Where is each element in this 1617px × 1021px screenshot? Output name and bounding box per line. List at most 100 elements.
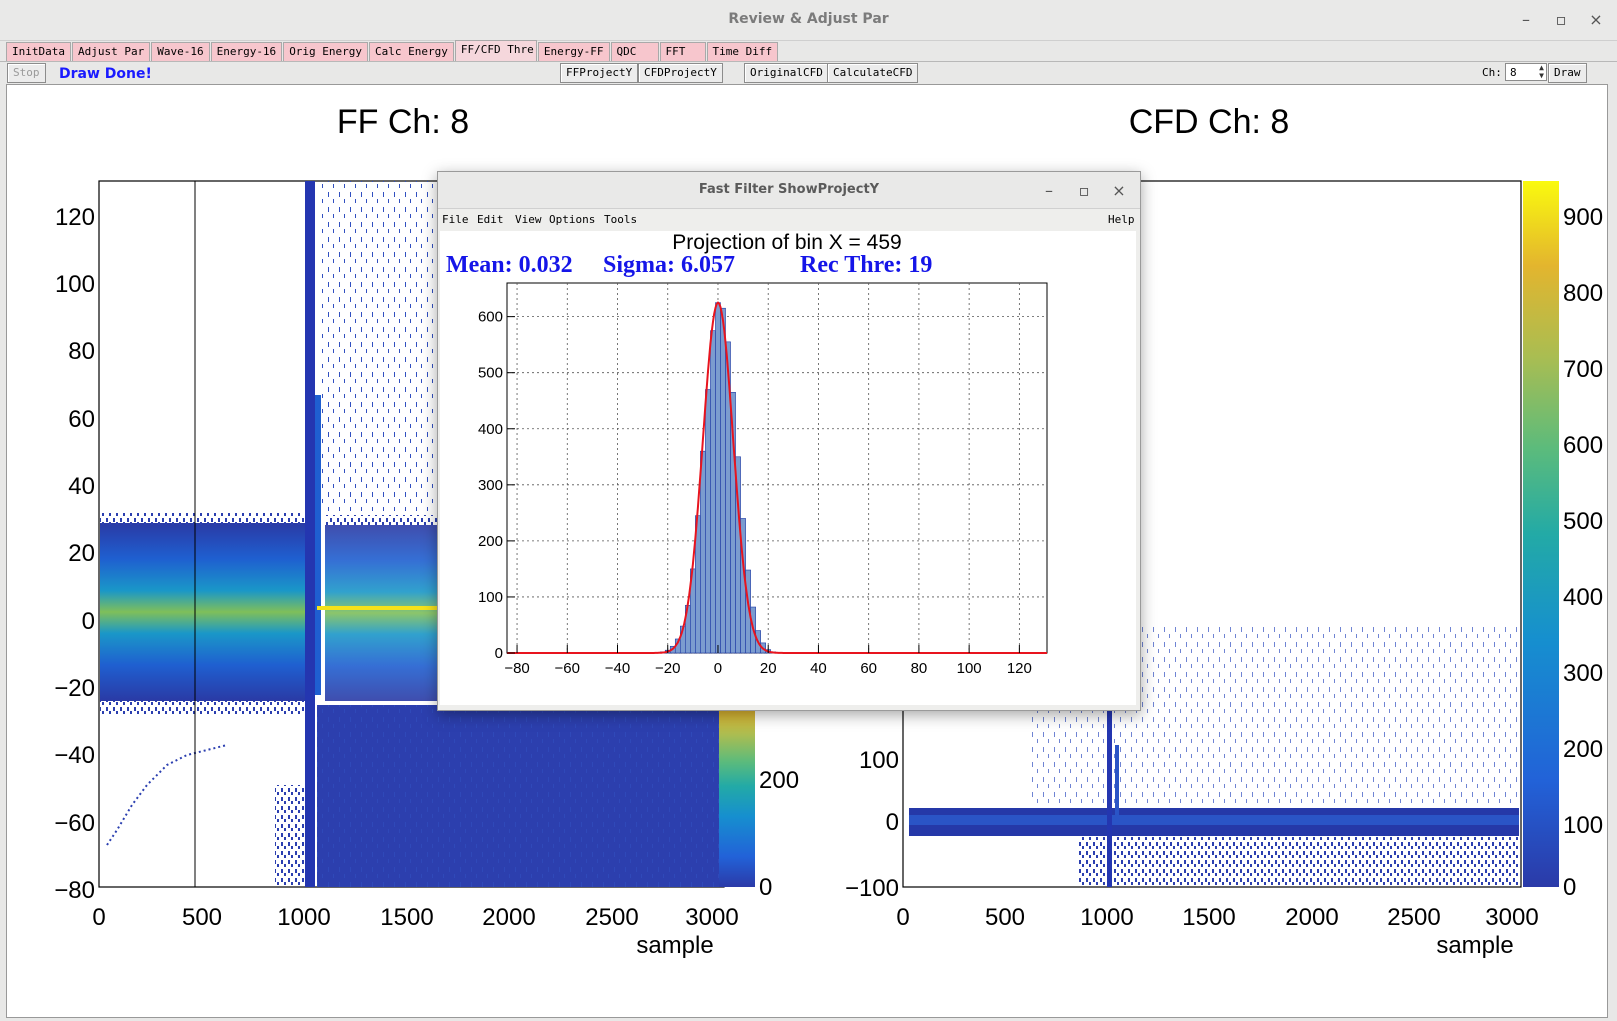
ff-x-tick: 2500 xyxy=(585,904,638,931)
cfd-z-tick: 800 xyxy=(1563,280,1603,307)
cfd-x-tick: 1500 xyxy=(1182,904,1235,931)
tab-energy-ff[interactable]: Energy-FF xyxy=(537,42,610,61)
cfd-y-tick: 0 xyxy=(886,809,899,836)
tab-bar: InitData Adjust Par Wave-16 Energy-16 Or… xyxy=(6,40,779,61)
x-tick-label: 40 xyxy=(810,660,827,677)
cfd-colorbar xyxy=(1523,181,1559,887)
ff-y-tick: 80 xyxy=(68,338,95,365)
ff-y-tick: 0 xyxy=(82,608,95,635)
menu-tools[interactable]: Tools xyxy=(604,213,637,226)
ff-y-tick: 120 xyxy=(55,204,95,231)
tab-ff-cfd-thre[interactable]: FF/CFD Thre xyxy=(454,40,537,61)
ff-y-tick: 20 xyxy=(68,540,95,567)
cfd-y-tick: 100 xyxy=(859,747,899,774)
ff-x-tick: 1500 xyxy=(380,904,433,931)
menu-options[interactable]: Options xyxy=(549,213,595,226)
spin-arrows-icon[interactable]: ▲ ▼ xyxy=(1539,64,1544,80)
ff-plot-title: FF Ch: 8 xyxy=(337,103,469,141)
tab-adjust-par[interactable]: Adjust Par xyxy=(71,42,151,61)
cfd-y-axis: 100 0 −100 xyxy=(845,747,899,902)
ff-z-tick: 0 xyxy=(759,874,772,901)
ff-colorbar: 200 0 xyxy=(719,685,799,901)
dialog-titlebar[interactable]: Fast Filter ShowProjectY – ▫ × xyxy=(438,172,1140,209)
sigma-stat: Sigma: 6.057 xyxy=(603,252,735,278)
x-tick-label: 80 xyxy=(911,660,928,677)
tab-qdc[interactable]: QDC xyxy=(610,42,659,61)
histogram-bar xyxy=(700,450,706,654)
projection-canvas[interactable]: Projection of bin X = 459 Mean: 0.032 Si… xyxy=(440,231,1136,705)
stop-button[interactable]: Stop xyxy=(7,63,46,83)
x-tick-label: −80 xyxy=(504,660,529,677)
menu-file[interactable]: File xyxy=(442,213,469,226)
tab-orig-energy[interactable]: Orig Energy xyxy=(283,42,369,61)
calculate-cfd-button[interactable]: CalculateCFD xyxy=(827,63,919,83)
draw-button[interactable]: Draw xyxy=(1548,63,1587,83)
ff-z-tick: 200 xyxy=(759,767,799,794)
cfd-z-axis: 900 800 700 600 500 400 300 200 100 0 xyxy=(1563,204,1603,901)
ff-x-tick: 3000 xyxy=(685,904,738,931)
ff-x-axis-label: sample xyxy=(636,932,713,959)
x-tick-label: 120 xyxy=(1007,660,1032,677)
toolbar: Stop Draw Done! FFProjectY CFDProjectY O… xyxy=(0,61,1617,85)
x-tick-label: 100 xyxy=(957,660,982,677)
cfd-projecty-button[interactable]: CFDProjectY xyxy=(638,63,723,83)
status-text: Draw Done! xyxy=(59,66,152,82)
cfd-z-tick: 700 xyxy=(1563,356,1603,383)
maximize-icon[interactable]: ▫ xyxy=(1552,10,1570,29)
ff-projecty-button[interactable]: FFProjectY xyxy=(560,63,639,83)
projection-title: Projection of bin X = 459 xyxy=(672,231,901,254)
x-tick-label: −20 xyxy=(655,660,680,677)
x-tick-label: 0 xyxy=(714,660,722,677)
projection-chart: Projection of bin X = 459 Mean: 0.032 Si… xyxy=(446,231,1048,677)
window-title: Review & Adjust Par xyxy=(728,11,889,27)
ff-x-axis: 0 500 1000 1500 2000 2500 3000 sample xyxy=(92,904,738,959)
channel-value: 8 xyxy=(1510,66,1517,79)
cfd-z-tick: 400 xyxy=(1563,584,1603,611)
ff-y-axis: 120 100 80 60 40 20 0 −20 −40 −60 −80 xyxy=(54,204,95,904)
menu-help[interactable]: Help xyxy=(1108,213,1135,226)
window-titlebar: Review & Adjust Par – ▫ × xyxy=(0,0,1617,41)
ff-x-tick: 2000 xyxy=(482,904,535,931)
y-tick-label: 200 xyxy=(478,533,503,550)
y-tick-label: 400 xyxy=(478,421,503,438)
channel-spinbox[interactable]: 8 ▲ ▼ xyxy=(1505,63,1547,81)
plot-frame xyxy=(506,282,1048,654)
maximize-icon[interactable]: ▫ xyxy=(1075,181,1093,200)
rec-thre-stat: Rec Thre: 19 xyxy=(800,252,932,278)
ff-x-tick: 500 xyxy=(182,904,222,931)
histogram-bar xyxy=(715,302,721,654)
close-icon[interactable]: × xyxy=(1110,181,1128,200)
cfd-plot-title: CFD Ch: 8 xyxy=(1129,103,1290,141)
ff-x-tick: 1000 xyxy=(277,904,330,931)
y-tick-label: 0 xyxy=(495,645,503,662)
cfd-z-tick: 200 xyxy=(1563,736,1603,763)
x-tick-label: 60 xyxy=(860,660,877,677)
tab-energy-16[interactable]: Energy-16 xyxy=(210,42,283,61)
y-tick-label: 300 xyxy=(478,477,503,494)
y-tick-label: 100 xyxy=(478,589,503,606)
x-tick-label: −40 xyxy=(605,660,630,677)
tab-time-diff[interactable]: Time Diff xyxy=(706,42,779,61)
ff-x-tick: 0 xyxy=(92,904,105,931)
y-tick-label: 500 xyxy=(478,365,503,382)
close-icon[interactable]: × xyxy=(1587,10,1605,29)
cfd-z-tick: 500 xyxy=(1563,508,1603,535)
projection-dialog[interactable]: Fast Filter ShowProjectY – ▫ × File Edit… xyxy=(437,171,1141,711)
cfd-x-tick: 1000 xyxy=(1080,904,1133,931)
tab-calc-energy[interactable]: Calc Energy xyxy=(369,42,454,61)
tab-initdata[interactable]: InitData xyxy=(6,42,71,61)
tab-wave-16[interactable]: Wave-16 xyxy=(151,42,210,61)
minimize-icon[interactable]: – xyxy=(1040,181,1058,200)
cfd-z-tick: 900 xyxy=(1563,204,1603,231)
original-cfd-button[interactable]: OriginalCFD xyxy=(744,63,829,83)
ff-y-tick: 60 xyxy=(68,406,95,433)
cfd-x-axis: 0 500 1000 1500 2000 2500 3000 sample xyxy=(896,904,1538,959)
ff-y-tick: −40 xyxy=(54,742,95,769)
tab-fft[interactable]: FFT xyxy=(659,42,706,61)
cfd-x-tick: 500 xyxy=(985,904,1025,931)
cfd-y-tick: −100 xyxy=(845,875,899,902)
menu-edit[interactable]: Edit xyxy=(477,213,504,226)
minimize-icon[interactable]: – xyxy=(1517,10,1535,29)
menu-view[interactable]: View xyxy=(515,213,542,226)
cfd-z-tick: 600 xyxy=(1563,432,1603,459)
